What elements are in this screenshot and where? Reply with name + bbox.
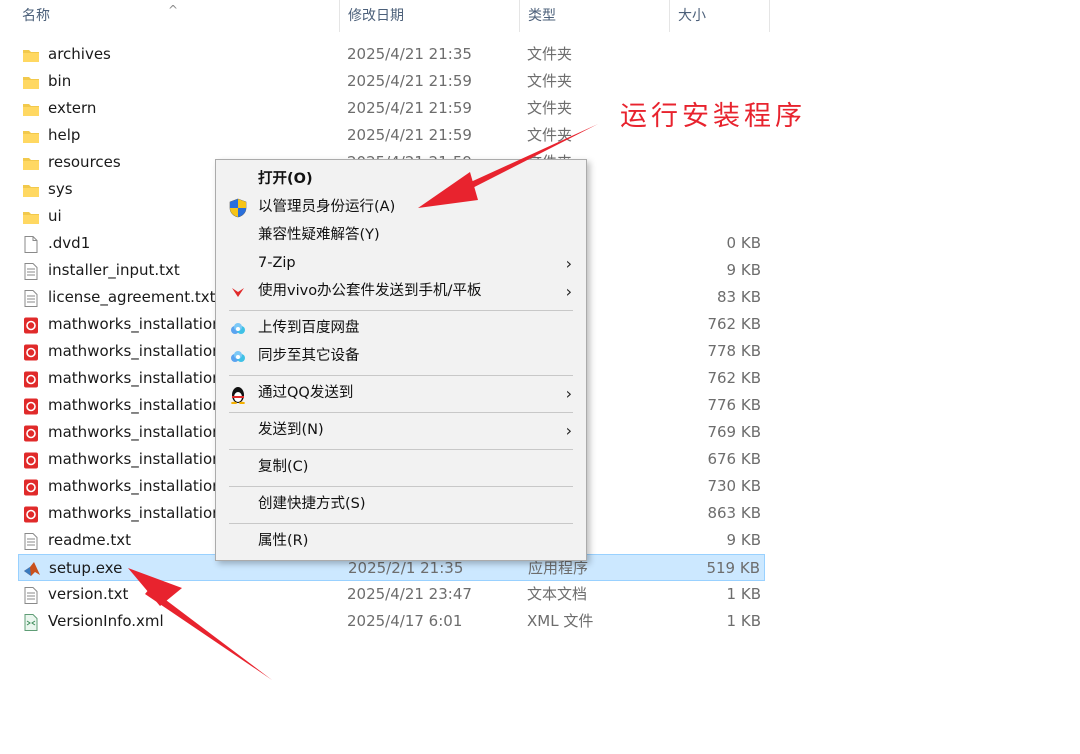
arrow-to-setup-exe [128, 568, 272, 680]
arrow-to-run-as-admin [418, 124, 598, 208]
annotation-arrows [128, 124, 598, 680]
